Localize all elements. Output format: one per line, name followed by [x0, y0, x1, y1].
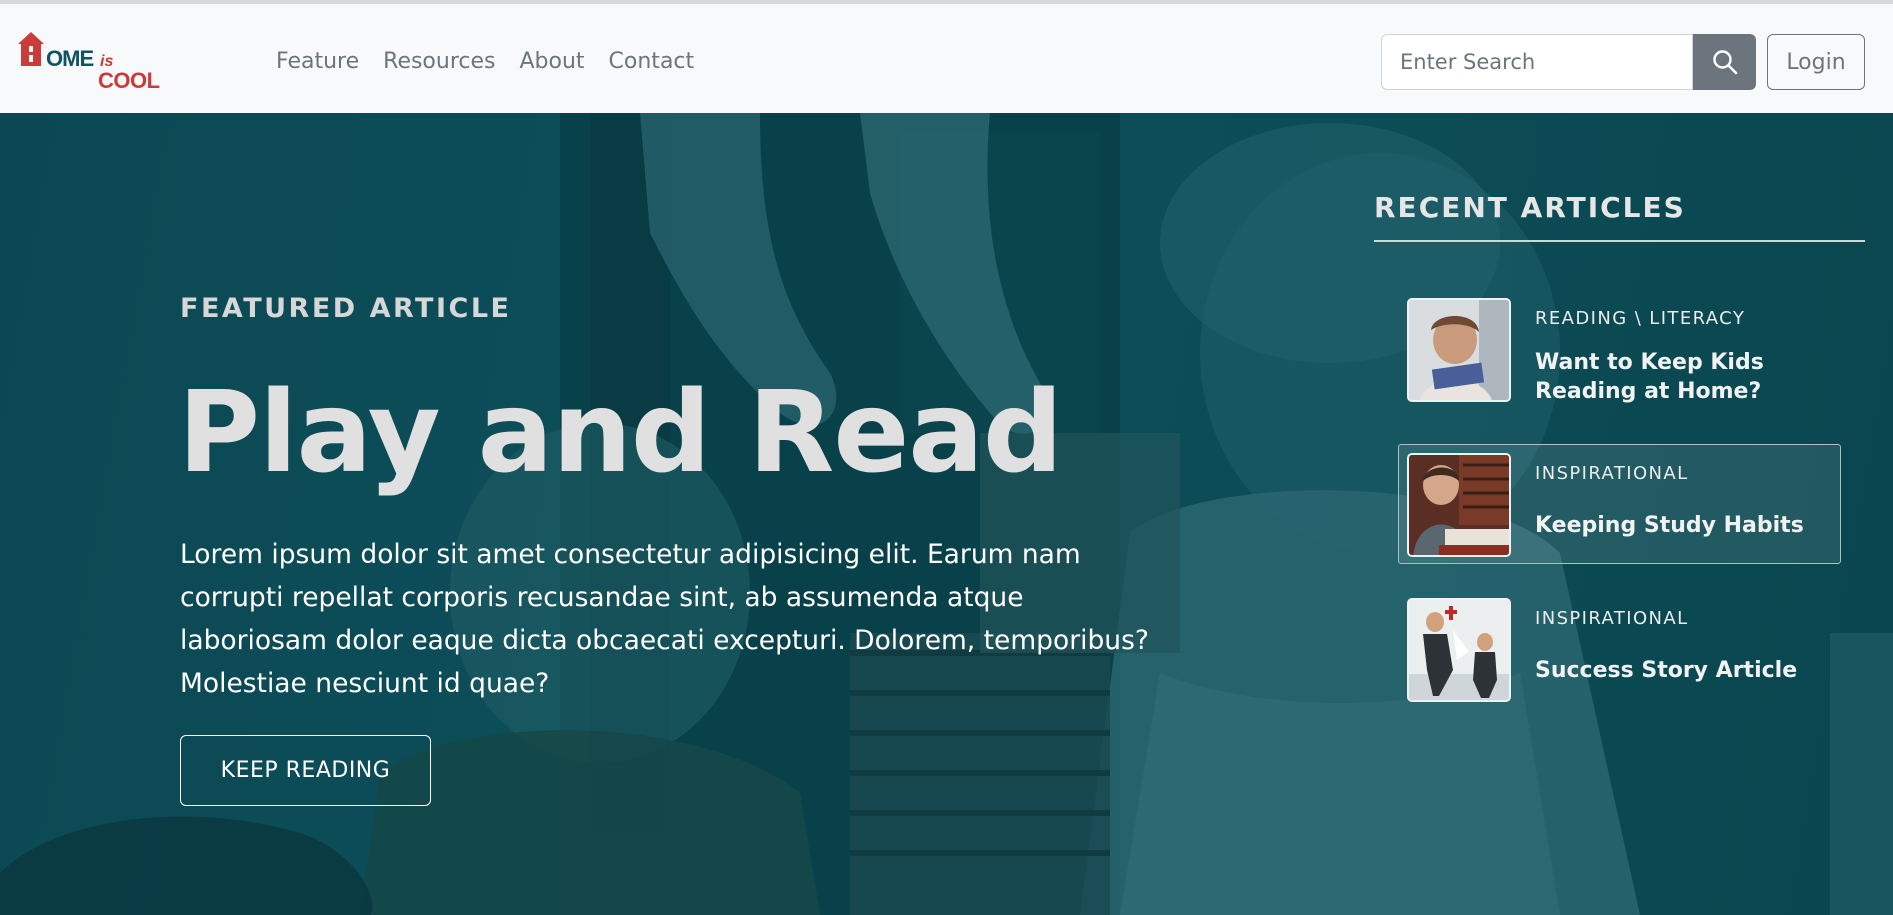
recent-article-card[interactable]: READING \ LITERACY Want to Keep Kids Rea… — [1398, 289, 1841, 409]
login-button[interactable]: Login — [1767, 34, 1865, 90]
navbar: OME is COOL Feature Resources About Cont… — [0, 4, 1893, 113]
search-input[interactable] — [1381, 34, 1693, 90]
logo-home-text: OME — [46, 46, 94, 71]
article-thumbnail — [1407, 298, 1511, 402]
keep-reading-button[interactable]: KEEP READING — [180, 735, 431, 806]
featured-eyebrow: FEATURED ARTICLE — [180, 293, 512, 324]
article-title: Want to Keep Kids Reading at Home? — [1535, 350, 1764, 404]
search-icon — [1712, 50, 1737, 75]
recent-articles-heading: RECENT ARTICLES — [1374, 191, 1686, 224]
article-title: Keeping Study Habits — [1535, 513, 1804, 538]
logo-cool-text: COOL — [98, 68, 160, 93]
article-category: INSPIRATIONAL — [1535, 463, 1689, 484]
article-category: READING \ LITERACY — [1535, 308, 1746, 329]
main-nav: Feature Resources About Contact — [276, 47, 706, 77]
nav-link-feature[interactable]: Feature — [276, 47, 371, 77]
article-thumbnail — [1407, 598, 1511, 702]
hero-section: FEATURED ARTICLE Play and Read Lorem ips… — [0, 113, 1893, 915]
nav-link-about[interactable]: About — [508, 47, 597, 77]
featured-headline: Play and Read — [178, 368, 1063, 498]
site-logo[interactable]: OME is COOL — [18, 30, 168, 94]
article-thumbnail — [1407, 453, 1511, 557]
search-button[interactable] — [1693, 34, 1756, 90]
recent-article-card-active[interactable]: INSPIRATIONAL Keeping Study Habits — [1398, 444, 1841, 564]
article-title: Success Story Article — [1535, 658, 1798, 683]
recent-articles-divider — [1374, 240, 1865, 242]
article-category: INSPIRATIONAL — [1535, 608, 1689, 629]
featured-body: Lorem ipsum dolor sit amet consectetur a… — [180, 539, 1149, 699]
house-logo-icon — [18, 32, 44, 66]
nav-link-contact[interactable]: Contact — [597, 47, 707, 77]
nav-link-resources[interactable]: Resources — [371, 47, 507, 77]
recent-article-card[interactable]: INSPIRATIONAL Success Story Article — [1398, 589, 1841, 709]
